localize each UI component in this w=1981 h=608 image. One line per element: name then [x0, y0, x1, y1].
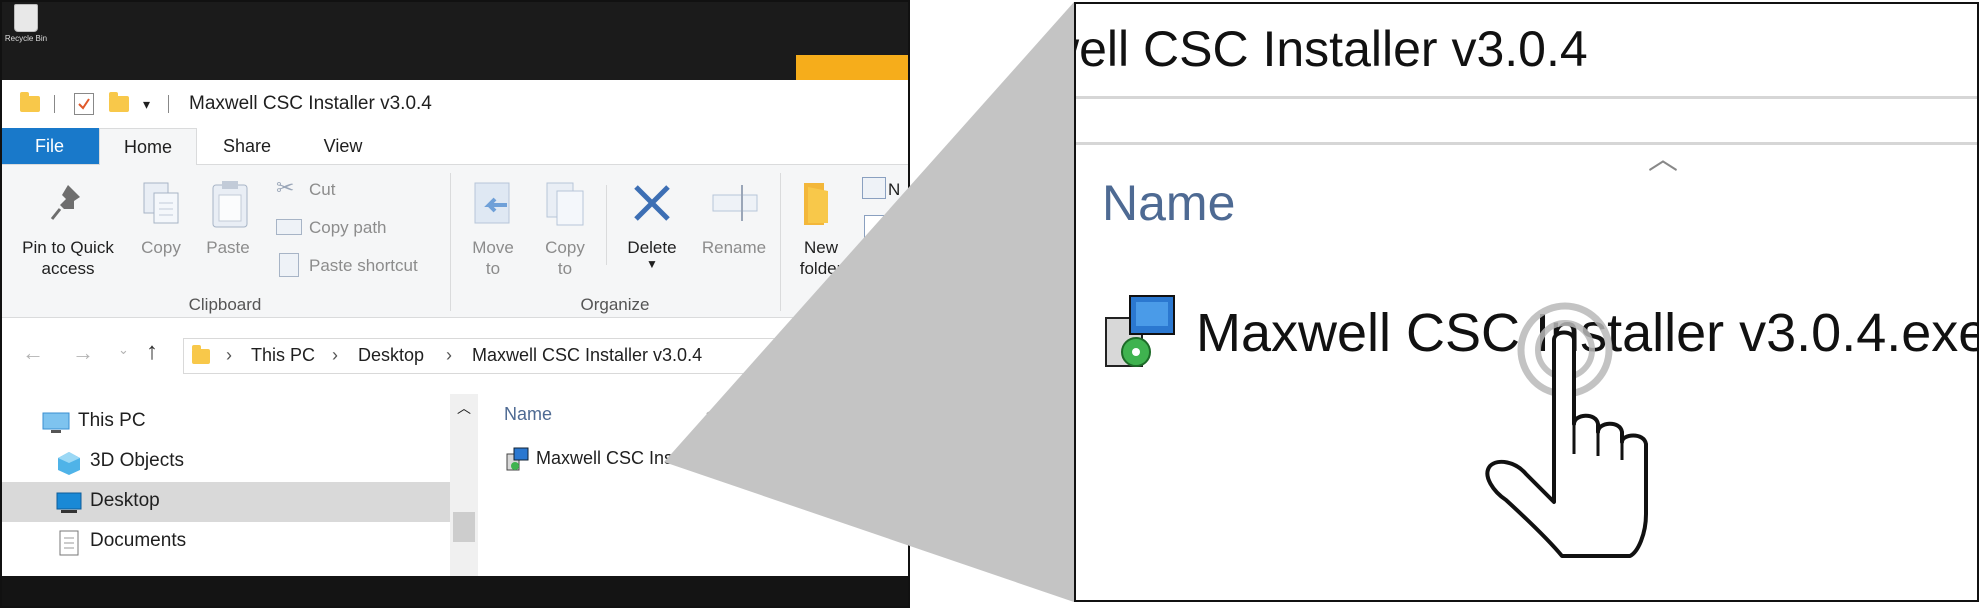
- zoom-installer-icon: [1105, 295, 1175, 367]
- zoom-callout: xwell CSC Installer v3.0.4 ︿ Name Maxwel…: [1074, 2, 1979, 602]
- screenshot-frame: [0, 0, 910, 608]
- zoom-window-title: xwell CSC Installer v3.0.4: [1074, 21, 1588, 77]
- zoom-divider: [1076, 96, 1977, 99]
- zoom-sort-indicator-icon: ︿: [1648, 143, 1678, 176]
- zoom-column-header-name: Name: [1102, 175, 1236, 231]
- zoom-divider: [1076, 142, 1977, 145]
- hand-pointer-icon: [1485, 302, 1648, 558]
